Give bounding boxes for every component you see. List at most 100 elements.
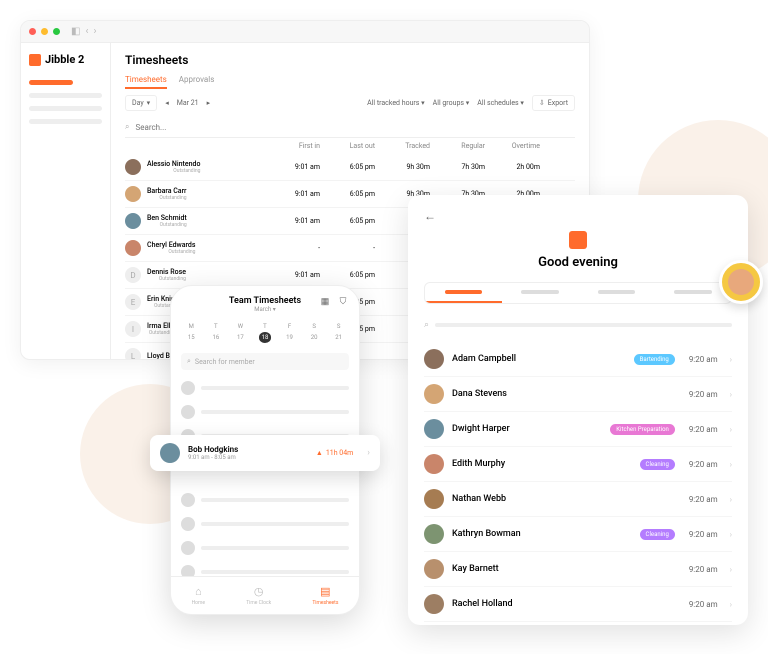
card-name: Bob Hodgkins	[188, 445, 238, 454]
cell-last-out: 6:05 pm	[320, 217, 375, 225]
chevron-right-icon: ›	[730, 565, 732, 574]
avatar	[424, 419, 444, 439]
cell-last-out: -	[320, 244, 375, 252]
back-button[interactable]: ←	[424, 209, 732, 223]
member-card[interactable]: Bob Hodgkins 9:01 am - 8:05 am ▲ 11h 04m…	[150, 435, 380, 471]
period-select[interactable]: Day ▾	[125, 95, 157, 111]
member-name: Kathryn Bowman	[452, 529, 632, 539]
chevron-right-icon: ›	[730, 355, 732, 364]
mobile-search[interactable]: ⌕ Search for member	[181, 353, 349, 370]
shield-icon[interactable]: ⛉	[337, 296, 349, 308]
minimize-icon[interactable]	[41, 28, 48, 35]
date-label[interactable]: Mar 21	[177, 99, 199, 107]
list-item[interactable]: Dana Reynolds 9:20 am ›	[424, 622, 732, 625]
back-icon[interactable]: ‹	[85, 26, 88, 37]
prev-day-icon[interactable]: ◂	[165, 99, 169, 107]
filter-hours[interactable]: All tracked hours ▾	[367, 99, 425, 107]
cal-day[interactable]: M 15	[185, 323, 198, 343]
search-input[interactable]	[135, 123, 575, 132]
cal-day[interactable]: S 21	[332, 323, 345, 343]
list-item[interactable]: Kay Barnett 9:20 am ›	[424, 552, 732, 587]
sidebar-item[interactable]	[29, 106, 102, 111]
chevron-right-icon: ›	[730, 530, 732, 539]
cal-day[interactable]: T 18	[259, 323, 272, 343]
brand-logo[interactable]: Jibble 2	[29, 53, 102, 66]
filter-groups[interactable]: All groups ▾	[433, 99, 470, 107]
avatar	[424, 349, 444, 369]
page-title: Timesheets	[125, 53, 575, 67]
person-name: Dennis Rose	[147, 268, 186, 276]
forward-icon[interactable]: ›	[93, 26, 96, 37]
list-item[interactable]: Dwight Harper Kitchen Preparation 9:20 a…	[424, 412, 732, 447]
tablet-tab[interactable]	[425, 283, 502, 303]
search-icon: ⌕	[424, 320, 429, 330]
mobile-header: Team Timesheets March ▾ ▦ ⛉	[171, 286, 359, 319]
tablet-tab[interactable]	[502, 283, 579, 303]
list-item[interactable]: Edith Murphy Cleaning 9:20 am ›	[424, 447, 732, 482]
filter-bar: Day ▾ ◂ Mar 21 ▸ All tracked hours ▾ All…	[125, 95, 575, 111]
cal-day[interactable]: W 17	[234, 323, 247, 343]
avatar	[125, 186, 141, 202]
cal-day[interactable]: S 20	[308, 323, 321, 343]
maximize-icon[interactable]	[53, 28, 60, 35]
activity-badge: Kitchen Preparation	[610, 424, 675, 435]
member-name: Dwight Harper	[452, 424, 602, 434]
table-row[interactable]: Alessio NintendoOutstanding 9:01 am 6:05…	[125, 154, 575, 181]
tablet-device: ← Good evening ⌕ Adam Campbell Bartendin…	[408, 195, 748, 625]
person-sub: Outstanding	[147, 222, 187, 228]
tab-approvals[interactable]: Approvals	[179, 75, 215, 89]
brand-label: Jibble 2	[45, 53, 84, 66]
window-chrome: ◧ ‹ ›	[21, 21, 589, 43]
logo-icon	[29, 54, 41, 66]
table-header: First in Last out Tracked Regular Overti…	[125, 138, 575, 154]
list-item[interactable]: Rachel Holland 9:20 am ›	[424, 587, 732, 622]
person-sub: Outstanding	[147, 249, 195, 255]
avatar	[424, 454, 444, 474]
export-button[interactable]: ⇩ Export	[532, 95, 575, 111]
sidebar-item[interactable]	[29, 119, 102, 124]
floating-avatar[interactable]	[719, 260, 763, 304]
activity-badge: Cleaning	[640, 529, 675, 540]
nav-timeclock[interactable]: ◷Time Clock	[246, 585, 271, 606]
close-icon[interactable]	[29, 28, 36, 35]
col-regular[interactable]: Regular	[430, 142, 485, 150]
nav-home[interactable]: ⌂Home	[192, 585, 205, 606]
card-times: 9:01 am - 8:05 am	[188, 454, 238, 461]
member-name: Edith Murphy	[452, 459, 632, 469]
cell-first-in: -	[265, 244, 320, 252]
col-overtime[interactable]: Overtime	[485, 142, 540, 150]
avatar	[125, 213, 141, 229]
list-item[interactable]: Kathryn Bowman Cleaning 9:20 am ›	[424, 517, 732, 552]
cal-day[interactable]: T 16	[209, 323, 222, 343]
sidebar-item[interactable]	[29, 93, 102, 98]
time-label: 9:20 am	[689, 600, 718, 609]
nav-timesheets[interactable]: ▤Timesheets	[312, 585, 338, 606]
sidebar-item[interactable]	[29, 80, 73, 85]
tab-timesheets[interactable]: Timesheets	[125, 75, 167, 89]
activity-badge: Cleaning	[640, 459, 675, 470]
col-tracked[interactable]: Tracked	[375, 142, 430, 150]
sidebar-toggle-icon[interactable]: ◧	[71, 26, 80, 37]
list-item[interactable]: Nathan Webb 9:20 am ›	[424, 482, 732, 517]
list-item[interactable]: Dana Stevens 9:20 am ›	[424, 377, 732, 412]
search-icon: ⌕	[187, 357, 191, 366]
cell-last-out: 6:05 pm	[320, 163, 375, 171]
calendar-icon[interactable]: ▦	[319, 296, 331, 308]
chevron-right-icon: ›	[730, 495, 732, 504]
col-last-out[interactable]: Last out	[320, 142, 375, 150]
next-day-icon[interactable]: ▸	[207, 99, 211, 107]
mobile-list	[171, 376, 359, 584]
cal-day[interactable]: F 19	[283, 323, 296, 343]
avatar	[424, 489, 444, 509]
tablet-tab[interactable]	[578, 283, 655, 303]
avatar	[125, 240, 141, 256]
cell-last-out: 6:05 pm	[320, 190, 375, 198]
avatar	[181, 541, 195, 555]
cell-first-in: 9:01 am	[265, 190, 320, 198]
filter-schedules[interactable]: All schedules ▾	[477, 99, 524, 107]
tablet-search[interactable]: ⌕	[424, 314, 732, 336]
search-row: ⌕	[125, 117, 575, 138]
avatar: I	[125, 321, 141, 337]
list-item[interactable]: Adam Campbell Bartending 9:20 am ›	[424, 342, 732, 377]
col-first-in[interactable]: First in	[265, 142, 320, 150]
